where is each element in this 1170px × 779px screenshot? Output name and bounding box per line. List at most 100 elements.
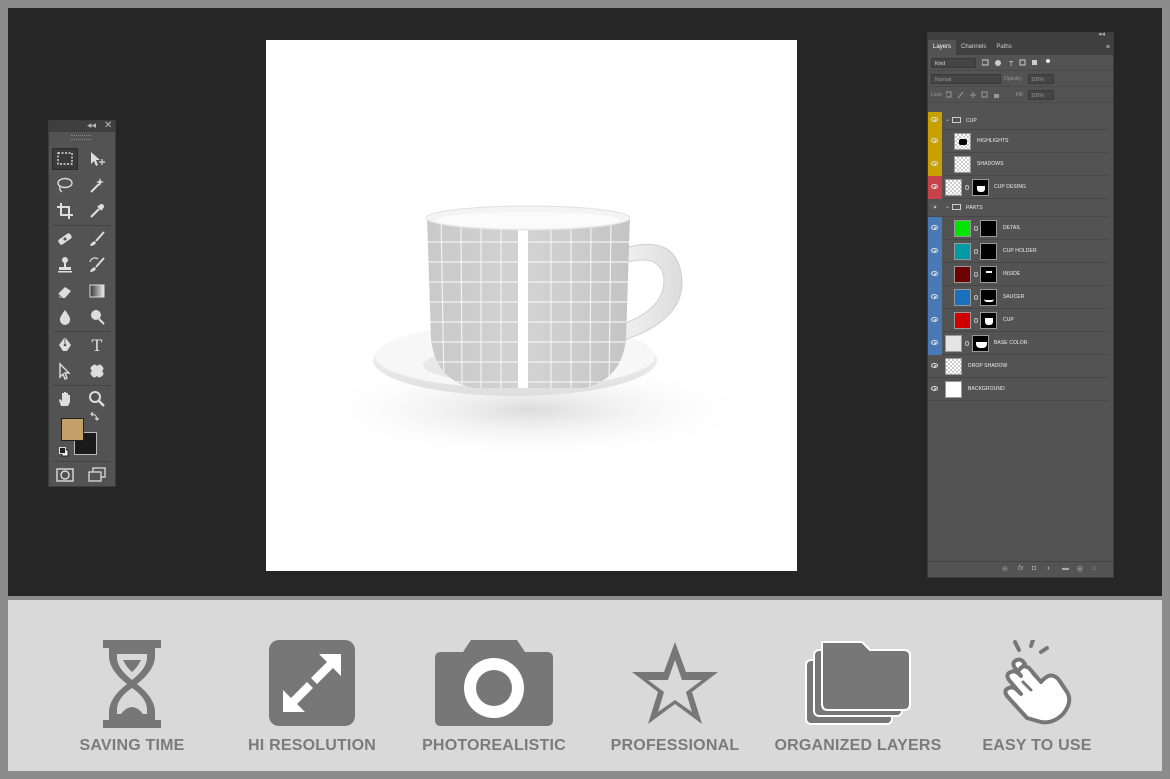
opacity-input[interactable]: 100% [1028, 74, 1054, 84]
visibility-icon[interactable] [931, 225, 938, 230]
visibility-icon[interactable] [931, 294, 938, 299]
new-layer-icon[interactable]: ⊞ [1077, 565, 1083, 573]
fill-input[interactable]: 100% [1028, 90, 1054, 100]
layer-mask-thumbnail [980, 289, 997, 306]
move-tool-icon[interactable] [84, 148, 110, 170]
eyedropper-tool-icon[interactable] [84, 200, 110, 222]
link-icon[interactable] [974, 249, 978, 254]
crop-tool-icon[interactable] [52, 200, 78, 222]
visibility-icon[interactable] [931, 248, 938, 253]
blend-mode-select[interactable]: Normal [931, 74, 1001, 84]
filter-type-icons[interactable]: T [982, 59, 1058, 67]
magic-wand-tool-icon[interactable] [84, 174, 110, 196]
features-bar: SAVING TIME HI RESOLUTION PHOTOREALISTIC [8, 600, 1162, 771]
fx-icon[interactable]: fx [1018, 565, 1023, 572]
history-brush-tool-icon[interactable] [84, 254, 110, 276]
layer-group-cup[interactable]: ⌄ CUP [928, 112, 1108, 135]
link-icon[interactable] [974, 272, 978, 277]
layers-panel-footer: ⊖ fx ◘ ◐ ▬ ⊞ ⌂ [928, 561, 1113, 577]
layer-shadows[interactable]: SHADOWS [928, 153, 1108, 176]
tab-paths[interactable]: Paths [991, 40, 1016, 55]
spot-healing-tool-icon[interactable] [52, 228, 78, 250]
link-icon[interactable] [974, 295, 978, 300]
blend-mode-value: Normal [935, 77, 952, 83]
tab-channels[interactable]: Channels [956, 40, 991, 55]
zoom-tool-icon[interactable] [84, 388, 110, 410]
layer-name: SHADOWS [977, 161, 1004, 167]
lock-icons[interactable] [946, 91, 1006, 99]
layer-cup-desing[interactable]: CUP DESING [928, 176, 1108, 199]
layer-detail[interactable]: DETAIL [928, 217, 1108, 240]
visibility-icon[interactable] [931, 317, 938, 322]
color-fill-thumbnail [954, 243, 971, 260]
panel-menu-icon[interactable]: ≡ [1106, 44, 1110, 51]
hourglass-icon [103, 640, 161, 728]
trash-icon[interactable]: ⌂ [1092, 565, 1096, 572]
gradient-tool-icon[interactable] [84, 280, 110, 302]
visibility-icon[interactable] [931, 363, 938, 368]
screen-mode-icon[interactable] [84, 464, 110, 486]
layer-mask-thumbnail [980, 312, 997, 329]
visibility-icon[interactable] [931, 138, 938, 143]
clone-stamp-tool-icon[interactable] [52, 254, 78, 276]
layer-highlights[interactable]: HIGHLIGHTS [928, 130, 1108, 153]
folder-icon [952, 117, 961, 123]
layer-drop-shadow[interactable]: DROP SHADOW [928, 355, 1108, 378]
collapse-icon[interactable]: ◂◂ [1098, 30, 1105, 38]
brush-tool-icon[interactable] [84, 228, 110, 250]
close-icon[interactable]: ✕ [104, 120, 112, 131]
layer-inside[interactable]: INSIDE [928, 263, 1108, 286]
tap-hand-icon [1003, 640, 1072, 725]
layer-name: PARTS [966, 205, 983, 211]
layer-cup[interactable]: CUP [928, 309, 1108, 332]
pen-tool-icon[interactable] [52, 334, 78, 356]
visibility-icon[interactable] [931, 161, 938, 166]
filter-kind-select[interactable]: Kind [931, 58, 976, 68]
link-layers-icon[interactable]: ⊖ [1002, 565, 1008, 573]
add-mask-icon[interactable]: ◘ [1032, 565, 1036, 572]
document-canvas[interactable] [266, 40, 797, 571]
link-icon[interactable] [974, 318, 978, 323]
hand-tool-icon[interactable] [52, 388, 78, 410]
expand-arrow-icon[interactable]: ⌄ [945, 203, 950, 210]
link-icon[interactable] [965, 341, 969, 346]
quick-mask-icon[interactable] [52, 464, 78, 486]
feature-label: HI RESOLUTION [248, 737, 376, 754]
collapse-icon[interactable]: ◂◂ [87, 120, 96, 131]
opacity-label: Opacity: [1004, 76, 1023, 82]
layer-background[interactable]: BACKGROUND [928, 378, 1108, 401]
tab-layers[interactable]: Layers [928, 40, 957, 55]
default-colors-icon[interactable] [59, 444, 69, 462]
adjustment-layer-icon[interactable]: ◐ [1047, 565, 1051, 572]
layer-cup-holder[interactable]: CUP HOLDER [928, 240, 1108, 263]
layer-group-parts[interactable]: ⌄ PARTS [928, 199, 1108, 217]
visibility-icon[interactable] [931, 117, 938, 122]
dodge-tool-icon[interactable] [84, 306, 110, 328]
blur-tool-icon[interactable] [52, 306, 78, 328]
eraser-tool-icon[interactable] [52, 280, 78, 302]
foreground-color-swatch[interactable] [61, 418, 84, 441]
visibility-icon[interactable] [931, 340, 938, 345]
visibility-icon[interactable] [931, 204, 938, 209]
layer-saucer[interactable]: SAUCER [928, 286, 1108, 309]
type-tool-icon[interactable]: T [84, 334, 110, 356]
swap-colors-icon[interactable] [89, 409, 100, 427]
link-icon[interactable] [965, 185, 969, 190]
layer-base-color[interactable]: BASE COLOR [928, 332, 1108, 355]
lasso-tool-icon[interactable] [52, 174, 78, 196]
visibility-icon[interactable] [931, 271, 938, 276]
layer-thumbnail [954, 156, 971, 173]
custom-shape-tool-icon[interactable] [84, 360, 110, 382]
rectangular-marquee-tool-icon[interactable] [52, 148, 78, 170]
link-icon[interactable] [974, 226, 978, 231]
visibility-icon[interactable] [931, 386, 938, 391]
visibility-icon[interactable] [931, 184, 938, 189]
layer-color-tag [928, 240, 942, 263]
expand-arrow-icon[interactable]: ⌄ [945, 116, 950, 123]
new-group-icon[interactable]: ▬ [1062, 565, 1069, 572]
feature-professional: PROFESSIONAL [580, 600, 770, 771]
fill-label: Fill: [1016, 92, 1024, 98]
panel-grip[interactable] [49, 132, 115, 140]
feature-easy-to-use: EASY TO USE [942, 600, 1132, 771]
path-selection-tool-icon[interactable] [52, 360, 78, 382]
